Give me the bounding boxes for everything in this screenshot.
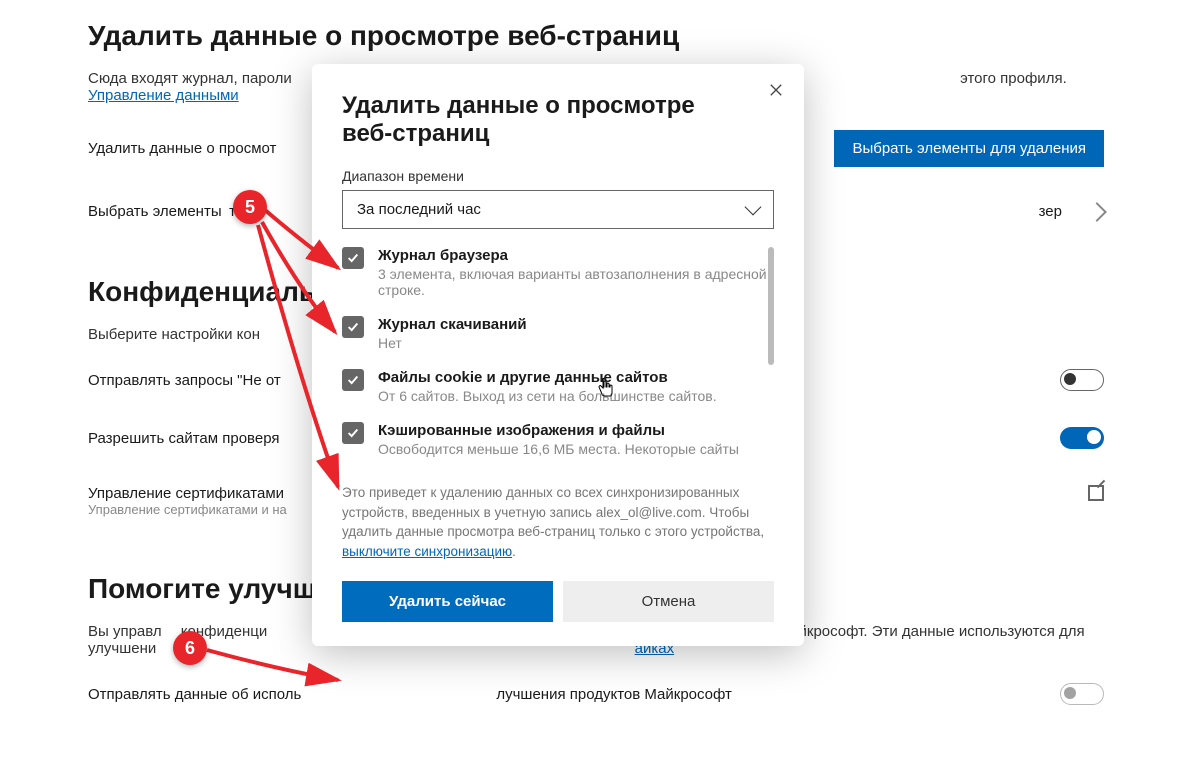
disable-sync-link[interactable]: выключите синхронизацию [342, 544, 512, 559]
option-desc: Освободится меньше 16,6 МБ места. Некото… [378, 441, 739, 457]
option-desc: 3 элемента, включая варианты автозаполне… [378, 266, 774, 298]
option-title: Журнал скачиваний [378, 316, 527, 333]
clear-browsing-data-dialog: Удалить данные о просмотре веб-страниц Д… [312, 64, 804, 646]
clear-now-button[interactable]: Удалить сейчас [342, 581, 553, 622]
dialog-title: Удалить данные о просмотре веб-страниц [342, 92, 774, 148]
time-range-label: Диапазон времени [342, 168, 774, 184]
annotation-badge-5: 5 [233, 190, 267, 224]
sync-warning: Это приведет к удалению данных со всех с… [342, 483, 774, 561]
checkbox-download-history[interactable] [342, 316, 364, 338]
check-icon [346, 373, 360, 387]
options-list: Журнал браузера 3 элемента, включая вари… [342, 247, 774, 475]
row-send-data: Отправлять данные об испольxxxxxxxxxxxxx… [88, 665, 1104, 723]
scrollbar-thumb[interactable] [768, 247, 774, 365]
check-icon [346, 320, 360, 334]
dnt-toggle[interactable] [1060, 369, 1104, 391]
send-data-toggle [1060, 683, 1104, 705]
option-title: Журнал браузера [378, 247, 774, 264]
time-range-select[interactable]: За последний час [342, 190, 774, 229]
chevron-down-icon [745, 198, 762, 215]
close-button[interactable] [766, 82, 786, 102]
choose-items-button[interactable]: Выбрать элементы для удаления [834, 130, 1104, 167]
checkbox-cookies[interactable] [342, 369, 364, 391]
option-desc: От 6 сайтов. Выход из сети на большинств… [378, 388, 717, 404]
option-browsing-history: Журнал браузера 3 элемента, включая вари… [342, 247, 774, 298]
allow-sites-toggle[interactable] [1060, 427, 1104, 449]
external-link-icon [1088, 485, 1104, 501]
check-icon [346, 426, 360, 440]
cancel-button[interactable]: Отмена [563, 581, 774, 622]
checkbox-browsing-history[interactable] [342, 247, 364, 269]
page-title: Удалить данные о просмотре веб-страниц [88, 20, 1104, 52]
dialog-buttons: Удалить сейчас Отмена [342, 581, 774, 622]
option-cache: Кэшированные изображения и файлы Освобод… [342, 422, 774, 457]
option-title: Файлы cookie и другие данные сайтов [378, 369, 717, 386]
annotation-badge-6: 6 [173, 631, 207, 665]
option-title: Кэшированные изображения и файлы [378, 422, 739, 439]
checkbox-cache[interactable] [342, 422, 364, 444]
close-icon [769, 83, 783, 97]
chevron-right-icon [1087, 202, 1107, 222]
check-icon [346, 251, 360, 265]
option-cookies: Файлы cookie и другие данные сайтов От 6… [342, 369, 774, 404]
option-desc: Нет [378, 335, 527, 351]
option-download-history: Журнал скачиваний Нет [342, 316, 774, 351]
manage-data-link[interactable]: Управление данными [88, 87, 239, 104]
